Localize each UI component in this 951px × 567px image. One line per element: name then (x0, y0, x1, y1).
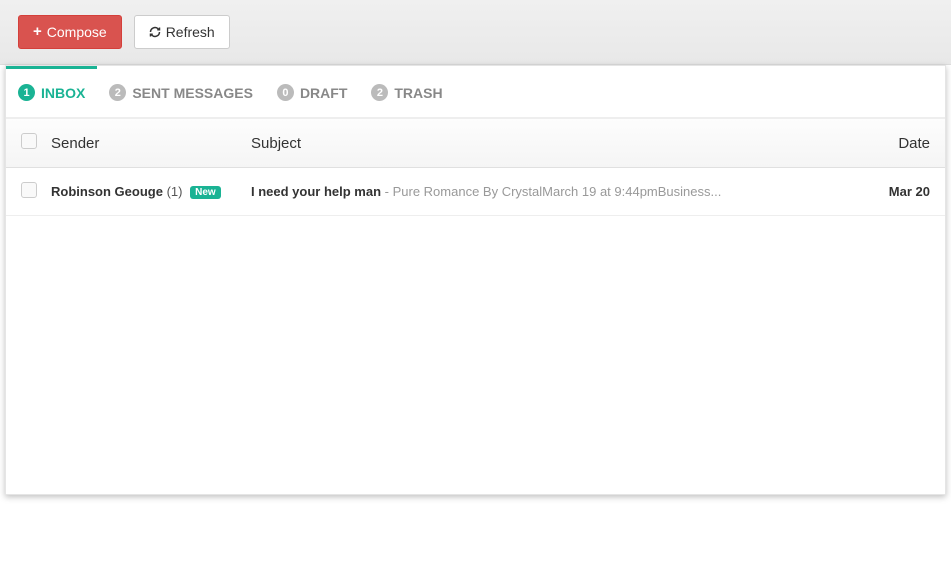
refresh-label: Refresh (166, 24, 215, 41)
tab-inbox-label: INBOX (41, 85, 85, 101)
row-checkbox[interactable] (21, 182, 37, 198)
subject-text: I need your help man (251, 184, 381, 199)
tab-trash-count: 2 (371, 84, 388, 101)
subject-preview: Pure Romance By CrystalMarch 19 at 9:44p… (393, 184, 722, 199)
row-date: Mar 20 (860, 184, 930, 199)
mail-list-header: Sender Subject Date (6, 118, 945, 168)
header-date: Date (860, 135, 930, 152)
tab-draft-count: 0 (277, 84, 294, 101)
compose-label: Compose (47, 24, 107, 41)
new-badge: New (190, 186, 221, 199)
mail-row[interactable]: Robinson Geouge (1) New I need your help… (6, 168, 945, 216)
tab-draft-label: DRAFT (300, 85, 347, 101)
plus-icon (33, 23, 42, 41)
tab-inbox[interactable]: 1 INBOX (6, 66, 97, 117)
compose-button[interactable]: Compose (18, 15, 122, 49)
tab-trash[interactable]: 2 TRASH (359, 66, 454, 117)
tab-sent[interactable]: 2 SENT MESSAGES (97, 66, 265, 117)
tab-sent-label: SENT MESSAGES (132, 85, 253, 101)
folder-tabs: 1 INBOX 2 SENT MESSAGES 0 DRAFT 2 TRASH (6, 66, 945, 118)
mail-panel: 1 INBOX 2 SENT MESSAGES 0 DRAFT 2 TRASH … (5, 65, 946, 495)
refresh-icon (149, 26, 161, 38)
header-sender: Sender (51, 135, 251, 152)
tab-inbox-count: 1 (18, 84, 35, 101)
sender-name: Robinson Geouge (51, 184, 163, 199)
sender-count: (1) (167, 184, 183, 199)
refresh-button[interactable]: Refresh (134, 15, 230, 49)
select-all-checkbox[interactable] (21, 133, 37, 149)
tab-draft[interactable]: 0 DRAFT (265, 66, 359, 117)
tab-trash-label: TRASH (394, 85, 442, 101)
subject-sep: - (381, 184, 393, 199)
tab-sent-count: 2 (109, 84, 126, 101)
toolbar: Compose Refresh (0, 0, 951, 65)
header-subject: Subject (251, 135, 860, 152)
